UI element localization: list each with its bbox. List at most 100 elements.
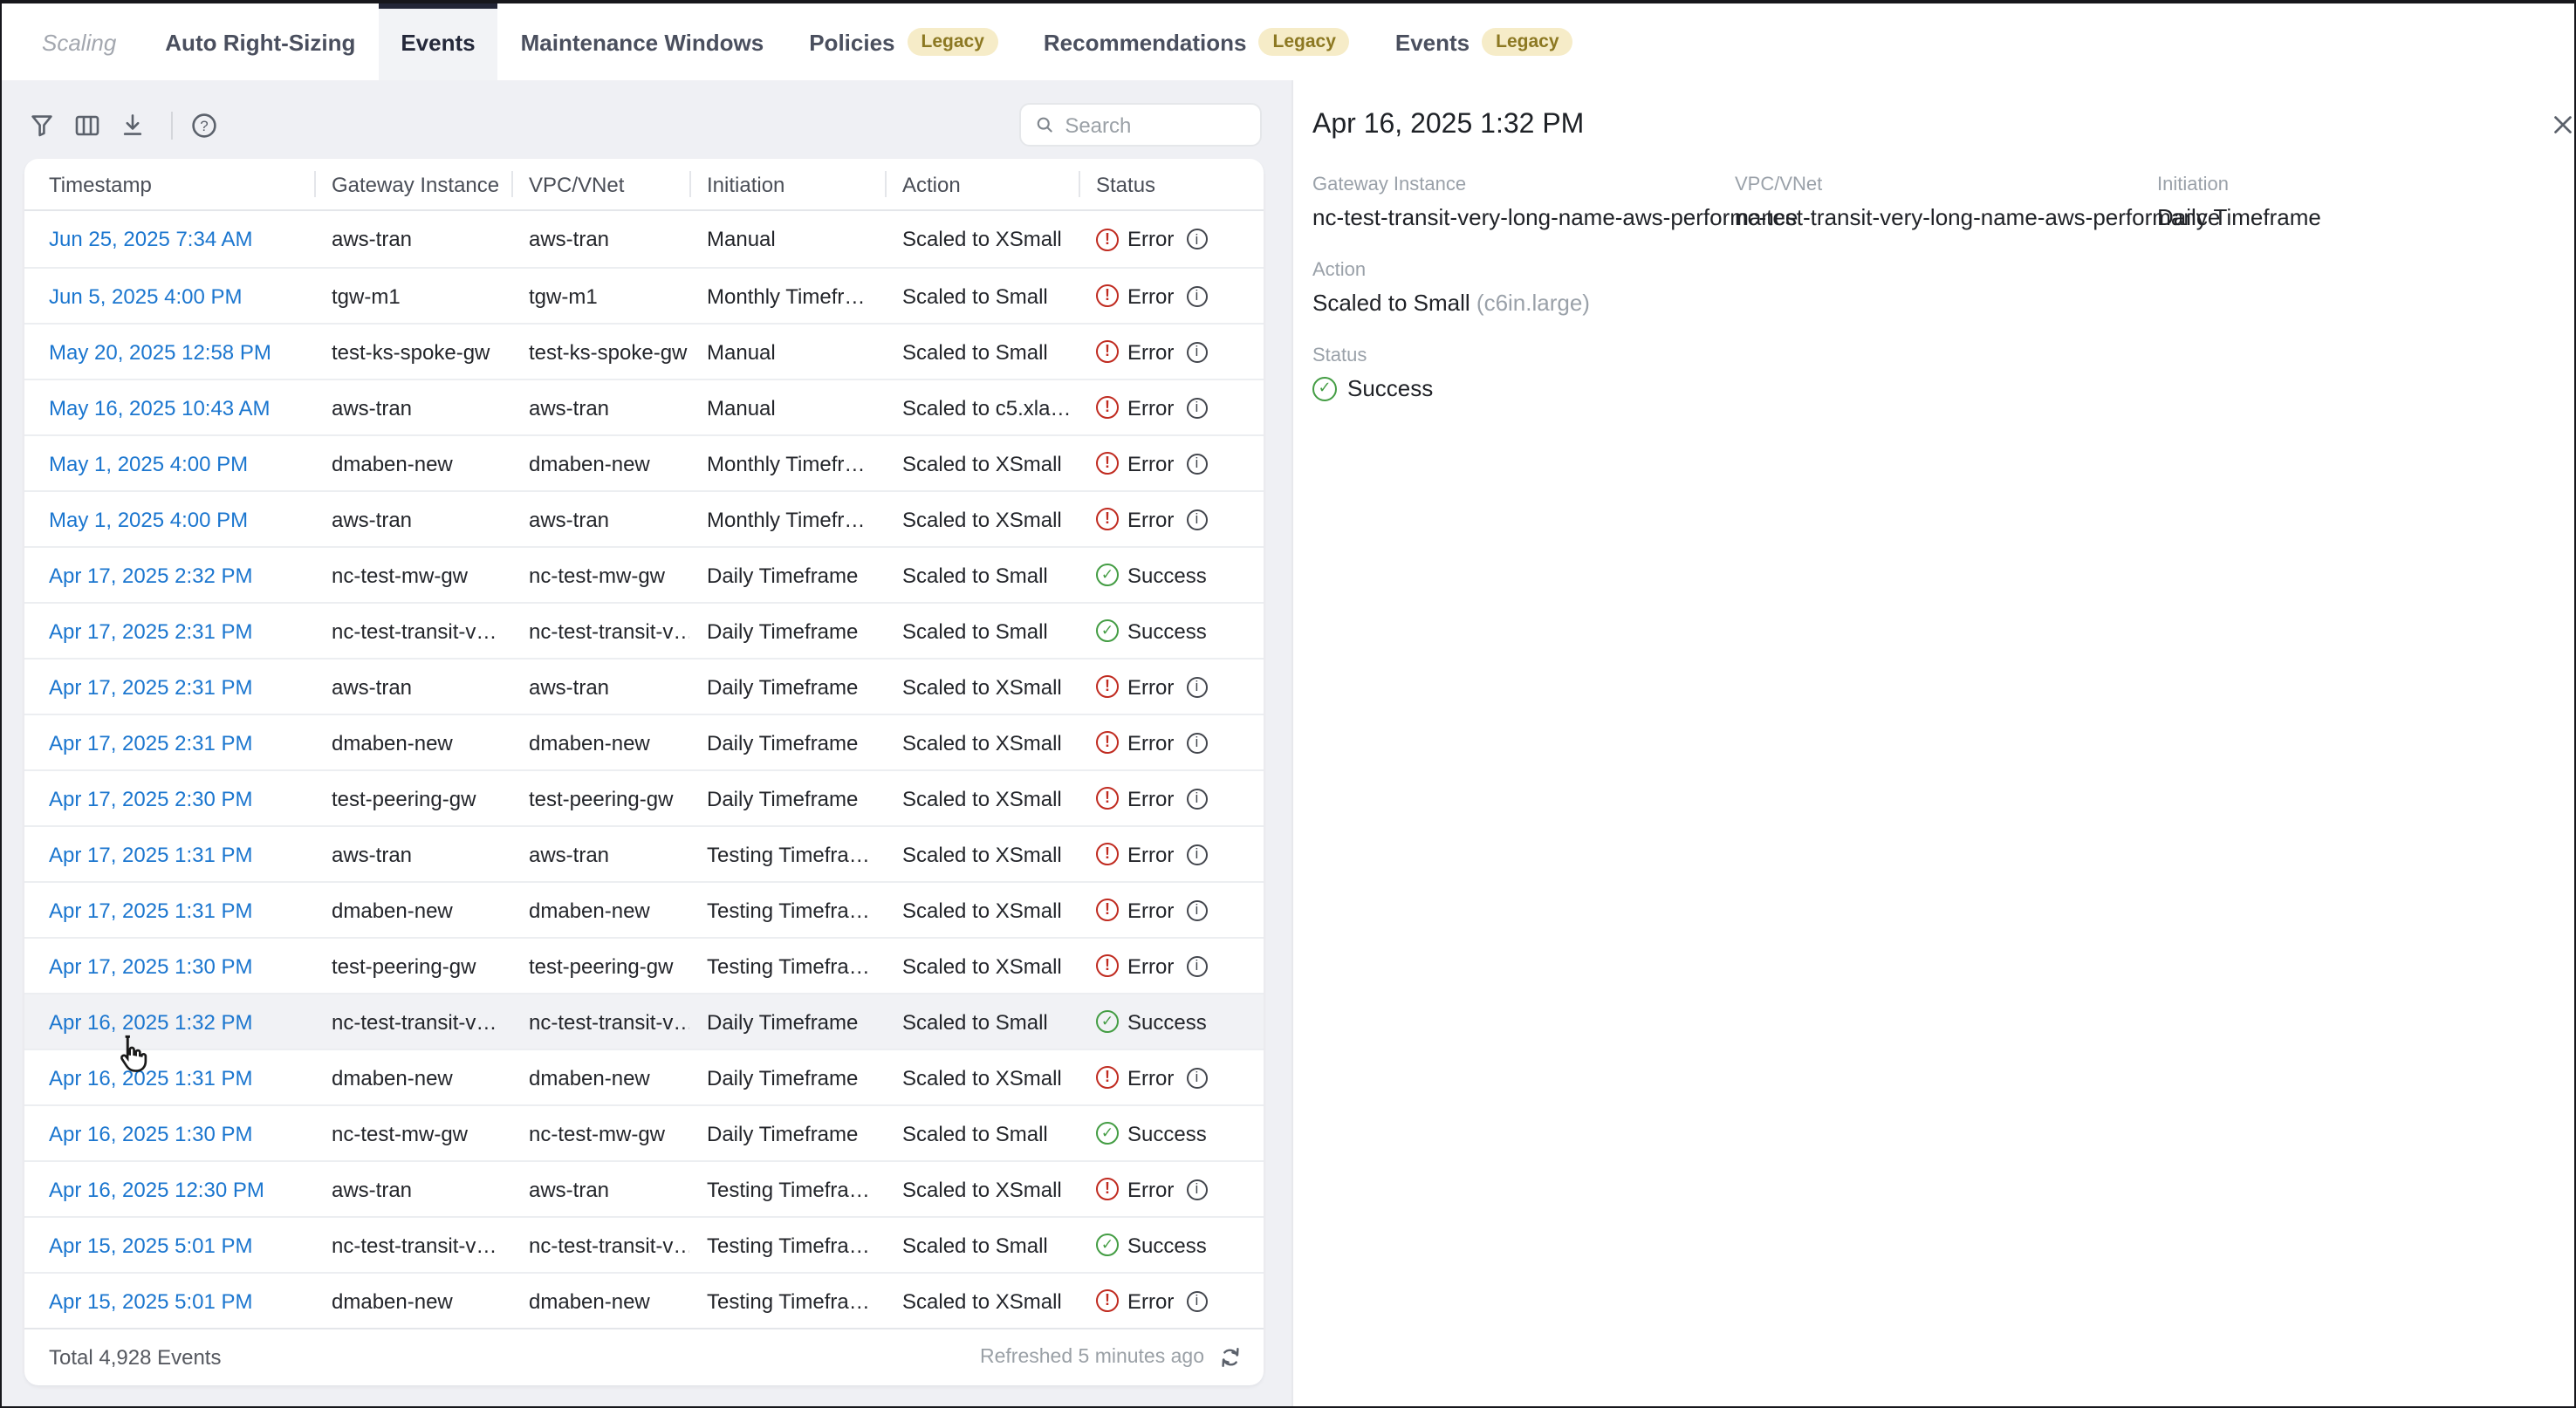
timestamp-link[interactable]: Jun 25, 2025 7:34 AM <box>49 227 253 251</box>
info-icon[interactable] <box>1186 732 1207 753</box>
column-header-action[interactable]: Action <box>885 159 1079 209</box>
timestamp-link[interactable]: Apr 17, 2025 1:30 PM <box>49 953 253 978</box>
filter-button[interactable] <box>28 111 56 139</box>
action-cell: Scaled to XSmall <box>885 507 1079 531</box>
timestamp-link[interactable]: Apr 17, 2025 2:32 PM <box>49 563 253 587</box>
info-icon[interactable] <box>1186 1290 1207 1311</box>
timestamp-link[interactable]: Apr 17, 2025 2:31 PM <box>49 730 253 755</box>
info-icon[interactable] <box>1186 509 1207 530</box>
info-icon[interactable] <box>1186 899 1207 920</box>
table-row[interactable]: Apr 17, 2025 2:32 PM nc-test-mw-gw nc-te… <box>24 546 1264 602</box>
table-row[interactable]: Apr 17, 2025 1:31 PM aws-tran aws-tran T… <box>24 825 1264 881</box>
table-row[interactable]: Apr 16, 2025 1:32 PM nc-test-transit-v… … <box>24 993 1264 1049</box>
table-row[interactable]: Apr 17, 2025 2:31 PM dmaben-new dmaben-n… <box>24 714 1264 769</box>
status-cell: Success <box>1079 1233 1264 1257</box>
timestamp-link[interactable]: Apr 17, 2025 1:31 PM <box>49 898 253 922</box>
table-row[interactable]: Apr 15, 2025 5:01 PM dmaben-new dmaben-n… <box>24 1272 1264 1328</box>
table-header-row: TimestampGateway InstanceVPC/VNetInitiat… <box>24 159 1264 211</box>
action-cell: Scaled to XSmall <box>885 842 1079 866</box>
table-row[interactable]: Apr 16, 2025 1:31 PM dmaben-new dmaben-n… <box>24 1049 1264 1104</box>
action-cell: Scaled to Small <box>885 1121 1079 1145</box>
timestamp-link[interactable]: Apr 15, 2025 5:01 PM <box>49 1288 253 1313</box>
help-button[interactable]: ? <box>190 111 218 139</box>
field-value: nc-test-transit-very-long-name-aws-perfo… <box>1735 202 2136 232</box>
table-row[interactable]: Apr 16, 2025 1:30 PM nc-test-mw-gw nc-te… <box>24 1104 1264 1160</box>
tab-auto-right-sizing-1[interactable]: Auto Right-Sizing <box>142 3 378 80</box>
action-cell: Scaled to XSmall <box>885 786 1079 810</box>
tab-events-2[interactable]: Events <box>378 3 497 80</box>
search-input[interactable] <box>1065 113 1246 137</box>
column-header-gateway-instance[interactable]: Gateway Instance <box>314 159 511 209</box>
table-row[interactable]: Jun 5, 2025 4:00 PM tgw-m1 tgw-m1 Monthl… <box>24 267 1264 323</box>
close-detail-button[interactable] <box>2546 108 2576 141</box>
search-box[interactable] <box>1019 103 1262 147</box>
info-icon[interactable] <box>1186 955 1207 976</box>
info-icon[interactable] <box>1186 229 1207 249</box>
info-icon[interactable] <box>1186 397 1207 418</box>
table-row[interactable]: Apr 17, 2025 2:31 PM aws-tran aws-tran D… <box>24 658 1264 714</box>
table-row[interactable]: Apr 17, 2025 1:31 PM dmaben-new dmaben-n… <box>24 881 1264 937</box>
status-text: Success <box>1127 619 1207 643</box>
table-row[interactable]: May 1, 2025 4:00 PM dmaben-new dmaben-ne… <box>24 434 1264 490</box>
tab-recommendations-5[interactable]: Recommendations Legacy <box>1021 3 1373 80</box>
tab-label: Events <box>401 29 475 55</box>
timestamp-link[interactable]: Jun 5, 2025 4:00 PM <box>49 284 243 308</box>
timestamp-link[interactable]: May 16, 2025 10:43 AM <box>49 395 271 420</box>
table-row[interactable]: Apr 15, 2025 5:01 PM nc-test-transit-v… … <box>24 1216 1264 1272</box>
status-text: Error <box>1127 339 1174 364</box>
info-icon[interactable] <box>1186 844 1207 865</box>
table-row[interactable]: Jun 25, 2025 7:34 AM aws-tran aws-tran M… <box>24 211 1264 267</box>
info-icon[interactable] <box>1186 341 1207 362</box>
timestamp-link[interactable]: Apr 17, 2025 2:30 PM <box>49 786 253 810</box>
info-icon[interactable] <box>1186 676 1207 697</box>
timestamp-link[interactable]: Apr 16, 2025 1:32 PM <box>49 1009 253 1034</box>
tab-maintenance-windows-3[interactable]: Maintenance Windows <box>498 3 787 80</box>
column-header-status[interactable]: Status <box>1079 159 1264 209</box>
table-row[interactable]: May 16, 2025 10:43 AM aws-tran aws-tran … <box>24 379 1264 434</box>
timestamp-link[interactable]: May 20, 2025 12:58 PM <box>49 339 271 364</box>
events-table: TimestampGateway InstanceVPC/VNetInitiat… <box>24 159 1264 1385</box>
timestamp-link[interactable]: Apr 17, 2025 1:31 PM <box>49 842 253 866</box>
table-row[interactable]: Apr 17, 2025 2:31 PM nc-test-transit-v… … <box>24 602 1264 658</box>
gateway-cell: nc-test-transit-v… <box>314 619 511 643</box>
timestamp-link[interactable]: Apr 16, 2025 1:31 PM <box>49 1065 253 1090</box>
info-icon[interactable] <box>1186 1067 1207 1088</box>
event-detail-panel: Apr 16, 2025 1:32 PM Gateway Instance nc… <box>1291 80 2576 1408</box>
field-label: Gateway Instance <box>1312 174 1714 195</box>
status-cell: Error <box>1079 284 1264 308</box>
status-icon <box>1096 787 1119 810</box>
tab-policies-4[interactable]: Policies Legacy <box>786 3 1021 80</box>
total-events-count: Total 4,928 Events <box>49 1345 221 1370</box>
timestamp-link[interactable]: Apr 17, 2025 2:31 PM <box>49 619 253 643</box>
info-icon[interactable] <box>1186 788 1207 809</box>
timestamp-link[interactable]: May 1, 2025 4:00 PM <box>49 507 248 531</box>
tab-bar: Scaling Auto Right-Sizing Events Mainten… <box>2 3 2574 80</box>
column-header-timestamp[interactable]: Timestamp <box>24 159 314 209</box>
timestamp-link[interactable]: Apr 16, 2025 1:30 PM <box>49 1121 253 1145</box>
info-icon[interactable] <box>1186 1179 1207 1200</box>
tab-events-6[interactable]: Events Legacy <box>1373 3 1596 80</box>
status-cell: Error <box>1079 842 1264 866</box>
table-row[interactable]: Apr 17, 2025 2:30 PM test-peering-gw tes… <box>24 769 1264 825</box>
table-row[interactable]: May 20, 2025 12:58 PM test-ks-spoke-gw t… <box>24 323 1264 379</box>
timestamp-link[interactable]: Apr 17, 2025 2:31 PM <box>49 674 253 699</box>
table-row[interactable]: Apr 16, 2025 12:30 PM aws-tran aws-tran … <box>24 1160 1264 1216</box>
timestamp-link[interactable]: May 1, 2025 4:00 PM <box>49 451 248 475</box>
column-header-vpc-vnet[interactable]: VPC/VNet <box>511 159 689 209</box>
table-row[interactable]: Apr 17, 2025 1:30 PM test-peering-gw tes… <box>24 937 1264 993</box>
vpc-cell: aws-tran <box>511 507 689 531</box>
action-cell: Scaled to XSmall <box>885 953 1079 978</box>
timestamp-link[interactable]: Apr 16, 2025 12:30 PM <box>49 1177 264 1201</box>
column-header-initiation[interactable]: Initiation <box>689 159 885 209</box>
info-icon[interactable] <box>1186 453 1207 474</box>
info-icon[interactable] <box>1186 285 1207 306</box>
action-instance-type: (c6in.large) <box>1476 290 1590 316</box>
status-icon <box>1096 1066 1119 1089</box>
gateway-cell: nc-test-mw-gw <box>314 1121 511 1145</box>
table-row[interactable]: May 1, 2025 4:00 PM aws-tran aws-tran Mo… <box>24 490 1264 546</box>
gateway-cell: dmaben-new <box>314 898 511 922</box>
refresh-button[interactable] <box>1218 1345 1243 1370</box>
download-button[interactable] <box>119 111 147 139</box>
columns-button[interactable] <box>73 111 101 139</box>
timestamp-link[interactable]: Apr 15, 2025 5:01 PM <box>49 1233 253 1257</box>
